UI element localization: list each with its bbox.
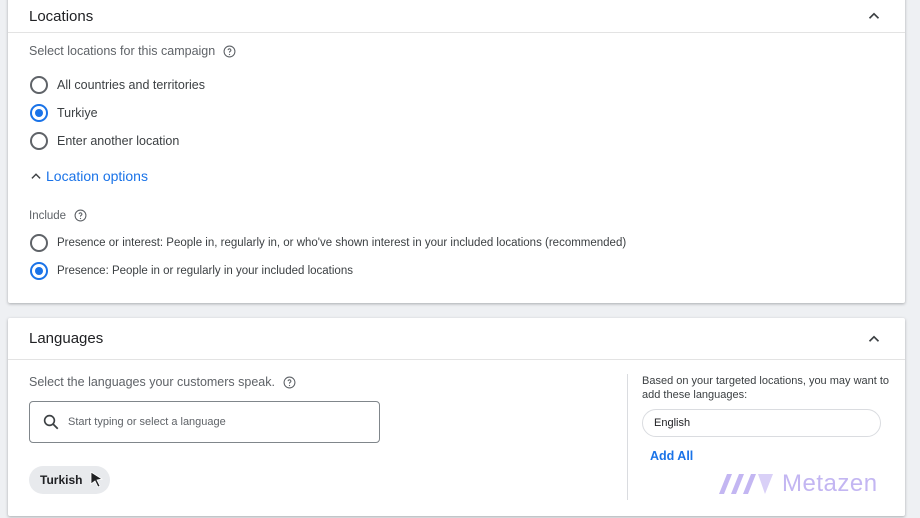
locations-card: Locations Select locations for this camp…	[8, 0, 905, 303]
radio-button-selected[interactable]	[30, 104, 48, 122]
languages-prompt-text: Select the languages your customers spea…	[29, 375, 275, 389]
include-label: Include	[29, 209, 87, 222]
metazen-watermark: Metazen	[718, 470, 878, 498]
languages-title: Languages	[29, 330, 104, 347]
search-icon	[43, 414, 59, 430]
include-option-presence[interactable]: Presence: People in or regularly in your…	[30, 262, 353, 280]
location-option-label: Enter another location	[57, 134, 180, 148]
radio-button-selected[interactable]	[30, 262, 48, 280]
locations-prompt-text: Select locations for this campaign	[29, 44, 216, 58]
location-option-another[interactable]: Enter another location	[30, 132, 179, 150]
location-options-label: Location options	[46, 168, 148, 184]
help-icon[interactable]	[223, 45, 236, 58]
suggestion-note: Based on your targeted locations, you ma…	[642, 375, 890, 401]
chevron-up-icon	[31, 173, 41, 179]
help-icon[interactable]	[74, 209, 87, 222]
chip-label: Turkish	[40, 473, 83, 487]
include-label-text: Include	[29, 209, 67, 222]
location-option-label: All countries and territories	[57, 78, 205, 92]
languages-header[interactable]: Languages	[8, 318, 905, 360]
include-option-presence-interest[interactable]: Presence or interest: People in, regular…	[30, 234, 626, 252]
suggested-language-label: English	[654, 417, 691, 429]
languages-prompt: Select the languages your customers spea…	[29, 375, 296, 389]
selected-language-chip[interactable]: Turkish	[29, 466, 111, 494]
metazen-logo-icon	[719, 474, 773, 494]
locations-title: Locations	[29, 7, 94, 25]
locations-header[interactable]: Locations	[8, 0, 905, 33]
radio-button[interactable]	[30, 76, 48, 94]
chevron-up-icon[interactable]	[865, 7, 883, 25]
include-option-label: Presence: People in or regularly in your…	[57, 265, 353, 277]
location-option-turkiye[interactable]: Turkiye	[30, 104, 98, 122]
watermark-text: Metazen	[782, 470, 878, 497]
location-options-toggle[interactable]: Location options	[29, 168, 148, 184]
language-search-input[interactable]	[68, 416, 358, 428]
suggested-language-english[interactable]: English	[642, 409, 881, 437]
locations-prompt: Select locations for this campaign	[29, 44, 236, 58]
mouse-cursor-icon	[91, 471, 104, 488]
include-option-label: Presence or interest: People in, regular…	[57, 237, 627, 249]
location-option-label: Turkiye	[57, 106, 98, 120]
language-search-box[interactable]	[29, 401, 380, 443]
chevron-up-icon[interactable]	[865, 330, 883, 348]
location-option-all[interactable]: All countries and territories	[30, 76, 205, 94]
add-all-button[interactable]: Add All	[650, 449, 693, 463]
vertical-divider	[627, 374, 628, 500]
help-icon[interactable]	[283, 376, 296, 389]
radio-button[interactable]	[30, 234, 48, 252]
radio-button[interactable]	[30, 132, 48, 150]
